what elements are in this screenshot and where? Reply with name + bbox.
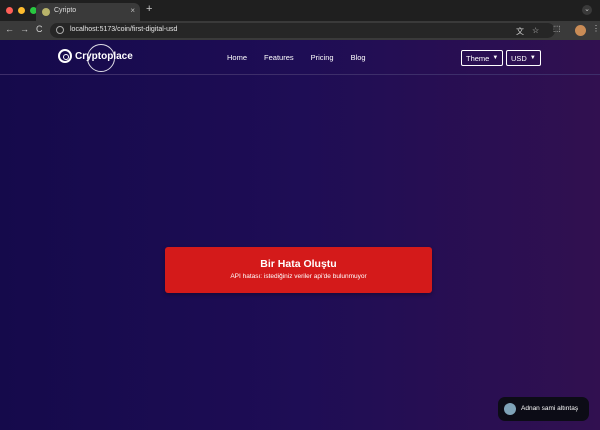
bookmark-star-icon[interactable]: ☆ — [532, 26, 539, 35]
error-alert: Bir Hata Oluştu API hatası: istediğiniz … — [165, 247, 432, 293]
user-name: Adnan sami altıntaş — [521, 405, 579, 412]
error-message: API hatası: istediğiniz veriler api'de b… — [230, 273, 367, 280]
logo-icon — [58, 49, 72, 63]
currency-select[interactable]: USD ▼ — [506, 50, 541, 66]
window-controls — [6, 7, 37, 14]
browser-tab-bar: Cyripto × + ⌄ — [0, 0, 600, 21]
currency-select-label: USD — [511, 53, 527, 63]
cursor-highlight-icon — [87, 44, 115, 72]
nav-blog[interactable]: Blog — [351, 53, 366, 62]
chevron-down-icon: ▼ — [492, 55, 499, 61]
minimize-window-button[interactable] — [18, 7, 25, 14]
tab-search-button[interactable]: ⌄ — [582, 5, 592, 15]
nav-home[interactable]: Home — [227, 53, 247, 62]
browser-menu-icon[interactable]: ⋮ — [592, 24, 600, 33]
nav-pricing[interactable]: Pricing — [311, 53, 334, 62]
user-chip[interactable]: Adnan sami altıntaş — [498, 397, 589, 421]
url-text[interactable]: localhost:5173/coin/first-digital-usd — [70, 26, 177, 33]
site-navbar: Cryptoplace Home Features Pricing Blog T… — [0, 40, 600, 75]
tab-title: Cyripto — [54, 7, 77, 14]
extensions-icon[interactable]: ⬚ — [553, 24, 561, 33]
close-window-button[interactable] — [6, 7, 13, 14]
site-info-icon[interactable] — [56, 26, 64, 34]
browser-toolbar: ← → C localhost:5173/coin/first-digital-… — [0, 21, 600, 40]
theme-select-label: Theme — [466, 53, 490, 63]
reload-button[interactable]: C — [36, 24, 43, 34]
page-content: Cryptoplace Home Features Pricing Blog T… — [0, 40, 600, 430]
back-button[interactable]: ← — [5, 24, 14, 34]
address-bar[interactable]: localhost:5173/coin/first-digital-usd 文 … — [50, 23, 555, 38]
user-avatar — [504, 403, 516, 415]
new-tab-button[interactable]: + — [146, 3, 152, 15]
favicon-icon — [42, 8, 50, 16]
tab-close-icon[interactable]: × — [130, 6, 135, 15]
theme-select[interactable]: Theme ▼ — [461, 50, 504, 66]
profile-avatar[interactable] — [575, 25, 586, 36]
forward-button[interactable]: → — [20, 24, 29, 34]
browser-tab[interactable]: Cyripto × — [36, 3, 140, 21]
main-nav: Home Features Pricing Blog — [227, 53, 366, 62]
translate-icon[interactable]: 文 — [516, 26, 524, 37]
chevron-down-icon: ▼ — [529, 55, 536, 61]
error-title: Bir Hata Oluştu — [260, 258, 337, 270]
nav-features[interactable]: Features — [264, 53, 294, 62]
